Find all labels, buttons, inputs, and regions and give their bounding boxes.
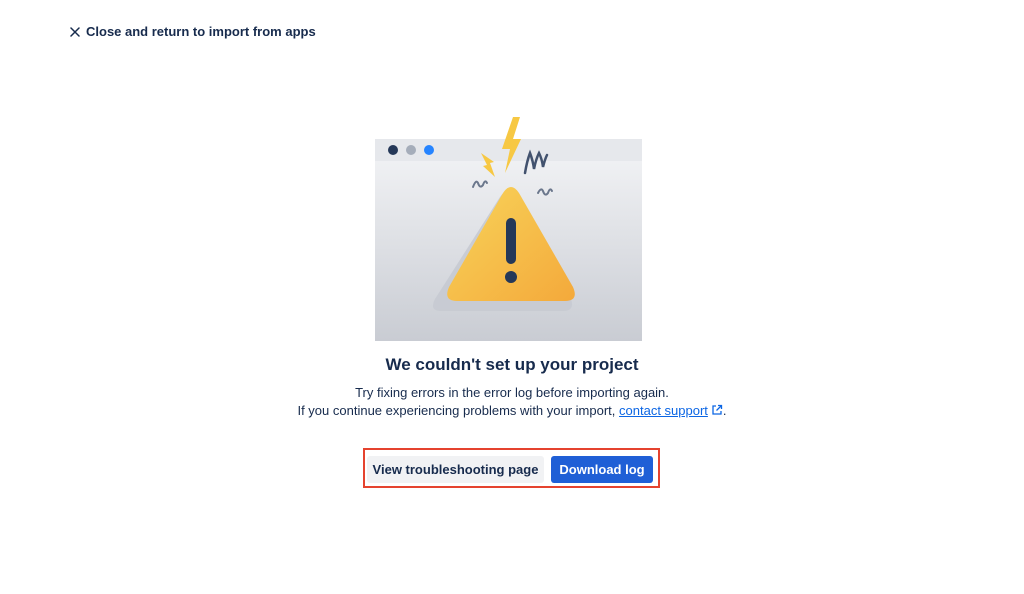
- view-troubleshooting-button[interactable]: View troubleshooting page: [367, 456, 544, 483]
- close-and-return-link[interactable]: Close and return to import from apps: [70, 24, 316, 39]
- window-dot-dark: [388, 145, 398, 155]
- error-title: We couldn't set up your project: [385, 355, 639, 374]
- warning-illustration: [375, 117, 642, 341]
- close-link-label: Close and return to import from apps: [86, 24, 316, 39]
- exclamation-bar: [506, 218, 516, 264]
- error-description-line2: If you continue experiencing problems wi…: [0, 403, 1024, 418]
- exclamation-dot: [505, 271, 517, 283]
- window-dot-blue: [424, 145, 434, 155]
- line2-prefix: If you continue experiencing problems wi…: [297, 403, 620, 418]
- window-dot-gray: [406, 145, 416, 155]
- download-log-button[interactable]: Download log: [551, 456, 653, 483]
- contact-support-link[interactable]: contact support: [619, 403, 708, 418]
- close-icon: [70, 26, 80, 37]
- error-description-line1: Try fixing errors in the error log befor…: [355, 385, 669, 400]
- external-link-icon: [712, 404, 723, 415]
- line2-suffix: .: [722, 403, 727, 418]
